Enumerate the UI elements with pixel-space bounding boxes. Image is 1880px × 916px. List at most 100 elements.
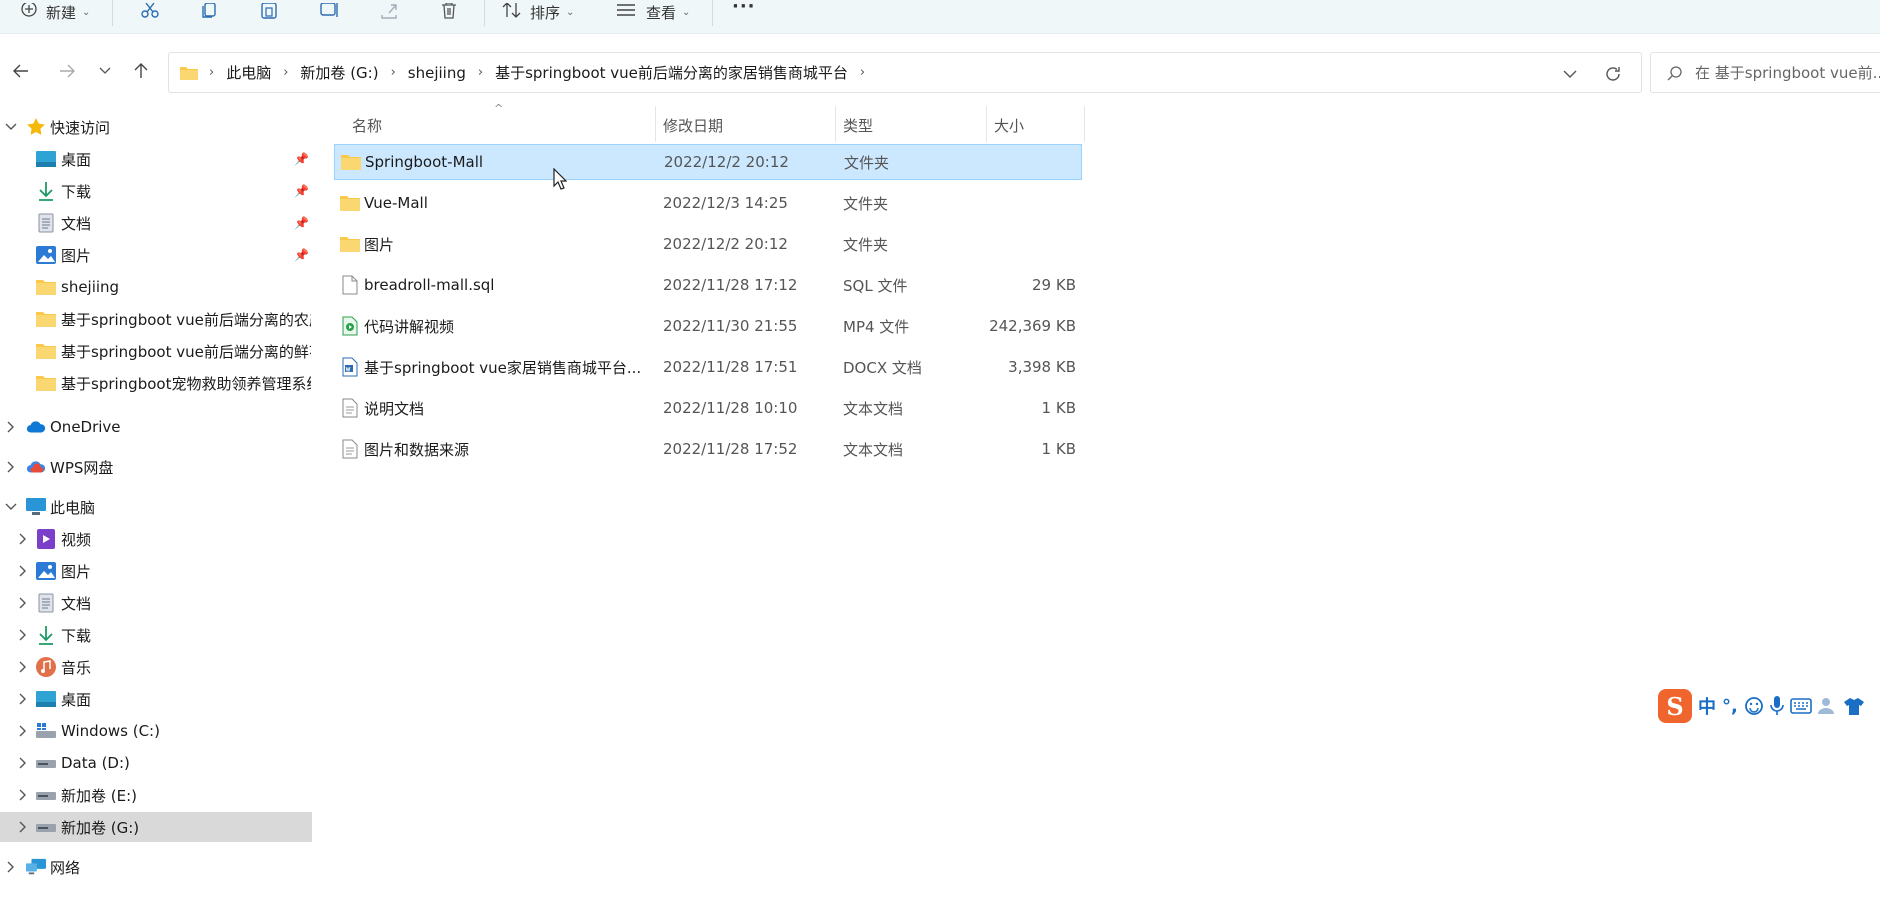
chevron-down-icon[interactable]: [4, 120, 18, 134]
rename-button[interactable]: [320, 0, 340, 24]
chevron-right-icon[interactable]: [16, 788, 30, 802]
chevron-right-icon[interactable]: [4, 460, 18, 474]
breadcrumb-item[interactable]: 新加卷 (G:): [294, 62, 384, 83]
text-file-icon: [340, 398, 360, 418]
view-button[interactable]: 查看 ⌄: [616, 0, 690, 24]
sidebar-item-downloads[interactable]: 下载 📌: [0, 176, 312, 206]
table-row[interactable]: 说明文档 2022/11/28 10:10 文本文档 1 KB: [334, 390, 1082, 426]
search-input[interactable]: 在 基于springboot vue前...: [1650, 52, 1880, 93]
drive-icon: [36, 753, 56, 773]
table-row[interactable]: 图片和数据来源 2022/11/28 17:52 文本文档 1 KB: [334, 431, 1082, 467]
sidebar-item-folder[interactable]: 基于springboot vue前后端分离的鲜花: [0, 336, 312, 366]
forward-button[interactable]: [54, 58, 80, 84]
table-row[interactable]: breadroll-mall.sql 2022/11/28 17:12 SQL …: [334, 267, 1082, 303]
chevron-right-icon[interactable]: [4, 860, 18, 874]
sidebar-item-videos[interactable]: 视频: [0, 524, 312, 554]
ime-punctuation-toggle[interactable]: °,: [1722, 696, 1738, 717]
more-options-button[interactable]: ···: [732, 0, 756, 18]
sidebar-item-downloads[interactable]: 下载: [0, 620, 312, 650]
paste-icon: [261, 3, 277, 19]
sidebar-item-drive-e[interactable]: 新加卷 (E:): [0, 780, 312, 810]
sidebar-item-drive-g[interactable]: 新加卷 (G:): [0, 812, 312, 842]
sogou-logo-icon[interactable]: S: [1658, 689, 1692, 723]
sidebar-item-label: 基于springboot vue前后端分离的农产: [61, 310, 311, 329]
sidebar-item-shejiing[interactable]: shejiing: [0, 272, 312, 302]
chevron-right-icon[interactable]: [16, 724, 30, 738]
rename-icon: [320, 3, 338, 17]
cut-button[interactable]: [140, 0, 160, 24]
new-button-label: 新建: [46, 3, 77, 22]
column-divider[interactable]: [835, 106, 836, 142]
sidebar-item-quick-access[interactable]: 快速访问: [0, 112, 312, 142]
breadcrumb-item[interactable]: 基于springboot vue前后端分离的家居销售商城平台: [489, 62, 854, 83]
address-bar[interactable]: › 此电脑 › 新加卷 (G:) › shejiing › 基于springbo…: [168, 52, 1642, 93]
breadcrumb-item[interactable]: shejiing: [402, 64, 472, 82]
skin-shirt-icon[interactable]: [1843, 697, 1864, 715]
table-row[interactable]: 基于springboot vue家居销售商城平台... 2022/11/28 1…: [334, 349, 1082, 385]
up-button[interactable]: [128, 58, 154, 84]
arrow-up-icon: [134, 63, 148, 78]
sidebar-item-drive-d[interactable]: Data (D:): [0, 748, 312, 778]
breadcrumb-item[interactable]: 此电脑: [220, 62, 277, 83]
chevron-right-icon[interactable]: [16, 660, 30, 674]
share-button[interactable]: [380, 0, 400, 24]
microphone-icon[interactable]: [1770, 696, 1784, 716]
breadcrumb-separator[interactable]: ›: [472, 65, 489, 80]
ime-mode-toggle[interactable]: 中: [1698, 693, 1716, 719]
sidebar-item-desktop[interactable]: 桌面 📌: [0, 144, 312, 174]
sidebar-item-desktop[interactable]: 桌面: [0, 684, 312, 714]
sidebar-item-pictures[interactable]: 图片 📌: [0, 240, 312, 270]
column-header-size[interactable]: 大小: [994, 108, 1024, 142]
user-icon[interactable]: [1817, 697, 1838, 715]
sort-button[interactable]: 排序 ⌄: [502, 0, 574, 24]
sidebar-item-folder[interactable]: 基于springboot vue前后端分离的农产: [0, 304, 312, 334]
copy-button[interactable]: [200, 0, 218, 24]
chevron-right-icon[interactable]: [16, 564, 30, 578]
recent-locations-button[interactable]: [92, 58, 118, 84]
chevron-right-icon[interactable]: [16, 756, 30, 770]
sidebar-item-folder[interactable]: 基于springboot宠物救助领养管理系统: [0, 368, 312, 398]
delete-button[interactable]: [440, 0, 458, 24]
ime-toolbar[interactable]: S 中 °,: [1658, 688, 1880, 724]
file-type: SQL 文件: [843, 276, 908, 295]
back-button[interactable]: [8, 58, 34, 84]
column-divider[interactable]: [986, 106, 987, 142]
table-row[interactable]: 图片 2022/12/2 20:12 文件夹: [334, 226, 1082, 262]
column-header-date[interactable]: 修改日期: [663, 108, 723, 142]
chevron-right-icon[interactable]: [16, 692, 30, 706]
sidebar-item-this-pc[interactable]: 此电脑: [0, 492, 312, 522]
paste-button[interactable]: [260, 0, 278, 24]
chevron-right-icon[interactable]: [16, 596, 30, 610]
sidebar-item-pictures[interactable]: 图片: [0, 556, 312, 586]
breadcrumb-separator[interactable]: ›: [385, 65, 402, 80]
refresh-button[interactable]: [1605, 53, 1621, 94]
emoji-icon[interactable]: [1744, 696, 1764, 716]
keyboard-icon[interactable]: [1790, 698, 1812, 714]
table-row[interactable]: 代码讲解视频 2022/11/30 21:55 MP4 文件 242,369 K…: [334, 308, 1082, 344]
sidebar-item-onedrive[interactable]: OneDrive: [0, 412, 312, 442]
document-icon: [36, 213, 56, 233]
chevron-right-icon[interactable]: [16, 532, 30, 546]
sidebar-item-drive-c[interactable]: Windows (C:): [0, 716, 312, 746]
chevron-right-icon[interactable]: [16, 628, 30, 642]
folder-icon: [340, 234, 360, 254]
breadcrumb-separator[interactable]: ›: [277, 65, 294, 80]
folder-icon: [36, 341, 56, 361]
address-history-button[interactable]: [1563, 53, 1577, 94]
new-button[interactable]: 新建 ⌄: [20, 0, 90, 24]
chevron-right-icon[interactable]: [16, 820, 30, 834]
table-row[interactable]: Springboot-Mall 2022/12/2 20:12 文件夹: [334, 144, 1082, 180]
chevron-down-icon[interactable]: [4, 500, 18, 514]
column-divider[interactable]: [1084, 106, 1085, 142]
column-divider[interactable]: [655, 106, 656, 142]
sidebar-item-documents[interactable]: 文档 📌: [0, 208, 312, 238]
column-header-type[interactable]: 类型: [843, 108, 873, 142]
sidebar-item-network[interactable]: 网络: [0, 852, 312, 882]
breadcrumb-separator[interactable]: ›: [854, 65, 871, 80]
sidebar-item-music[interactable]: 音乐: [0, 652, 312, 682]
column-header-name[interactable]: 名称: [352, 108, 382, 142]
chevron-right-icon[interactable]: [4, 420, 18, 434]
table-row[interactable]: Vue-Mall 2022/12/3 14:25 文件夹: [334, 185, 1082, 221]
sidebar-item-documents[interactable]: 文档: [0, 588, 312, 618]
sidebar-item-wps[interactable]: WPS网盘: [0, 452, 312, 482]
